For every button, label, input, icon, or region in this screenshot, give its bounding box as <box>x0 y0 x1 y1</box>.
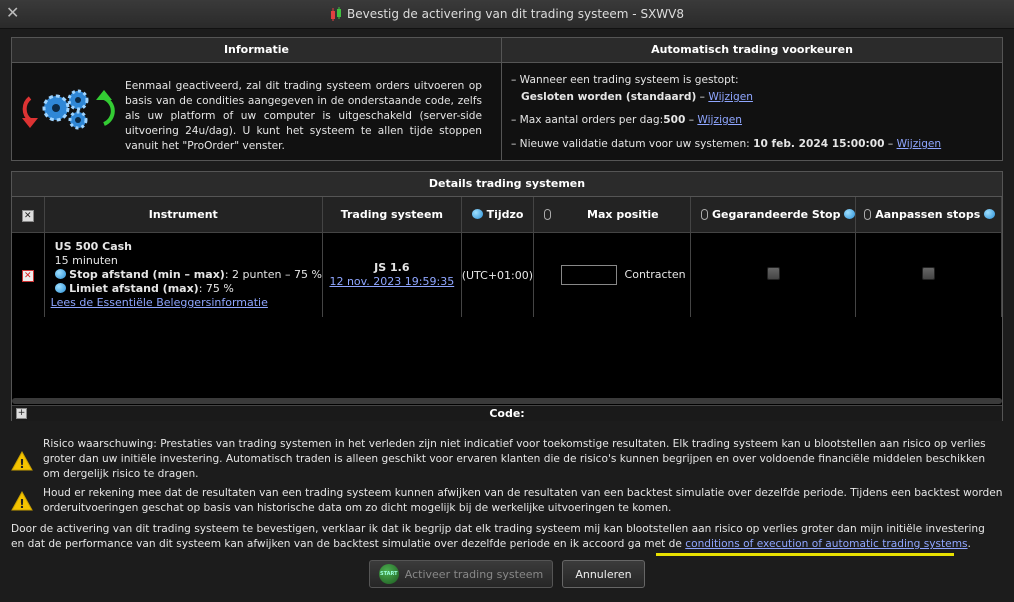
warning-icon: ! <box>11 491 33 511</box>
svg-text:!: ! <box>19 457 24 471</box>
gears-icon <box>22 89 115 130</box>
info-panel: Informatie Eenmaal geactiveerd, zal dit … <box>11 37 1003 161</box>
agreement-text: Door de activering van dit trading syste… <box>11 523 985 550</box>
col-max-position-cell[interactable]: Max positie <box>533 197 692 233</box>
details-panel: Details trading systemen ✕ Instrument Tr… <box>11 171 1003 421</box>
select-all-cell[interactable]: ✕ <box>12 197 45 233</box>
change-stopped-link[interactable]: Wijzigen <box>708 91 753 103</box>
adjust-stops-checkbox[interactable] <box>922 267 936 280</box>
guaranteed-stop-cell <box>690 232 857 317</box>
info-text: Eenmaal geactiveerd, zal dit trading sys… <box>125 80 482 152</box>
adjust-stops-cell <box>855 232 1002 317</box>
col-guaranteed-stop: Gegarandeerde Stop <box>712 208 841 221</box>
col-adjust-stops-cell[interactable]: Aanpassen stops <box>855 197 1002 233</box>
instrument-cell: US 500 Cash 15 minuten Stop afstand (min… <box>44 232 323 317</box>
details-header: Details trading systemen <box>12 172 1002 197</box>
pref-stopped-value: Gesloten worden (standaard) – Wijzigen <box>521 91 753 103</box>
systems-table: ✕ Instrument Trading systeem Tijdzo Max … <box>12 197 1002 317</box>
info-bubble-icon[interactable] <box>844 209 855 219</box>
prefs-header: Automatisch trading voorkeuren <box>502 38 1002 63</box>
change-max-orders-link[interactable]: Wijzigen <box>697 114 742 126</box>
clip-icon <box>864 209 872 220</box>
col-instrument[interactable]: Instrument <box>44 197 323 233</box>
pref-max-orders: – Max aantal orders per dag:500 – Wijzig… <box>511 114 742 126</box>
table-row: ✕ US 500 Cash 15 minuten Stop afstand (m… <box>12 232 1002 317</box>
row-remove-cell[interactable]: ✕ <box>12 232 45 317</box>
info-bubble-icon[interactable] <box>471 209 483 219</box>
info-bubble-icon[interactable] <box>54 283 66 293</box>
contracts-label: Contracten <box>624 268 686 281</box>
activate-button[interactable]: START Activeer trading systeem <box>369 560 553 588</box>
table-header-row: ✕ Instrument Trading systeem Tijdzo Max … <box>12 197 1002 233</box>
system-date-link[interactable]: 12 nov. 2023 19:59:35 <box>329 275 454 288</box>
col-adjust-stops: Aanpassen stops <box>875 208 981 221</box>
start-icon: START <box>378 564 399 584</box>
risk-warning: Risico waarschuwing: Prestaties van trad… <box>43 438 986 480</box>
svg-text:!: ! <box>19 497 24 511</box>
code-bar: + Code: <box>12 405 1002 421</box>
deselect-all-icon[interactable]: ✕ <box>21 209 34 222</box>
system-name: JS 1.6 <box>374 261 410 274</box>
limit-distance: Limiet afstand (max): 75 % <box>51 282 322 296</box>
col-max-position: Max positie <box>587 208 659 221</box>
stop-distance: Stop afstand (min – max): 2 punten – 75 … <box>51 268 321 282</box>
investor-info-link[interactable]: Lees de Essentiële Beleggersinformatie <box>51 296 268 309</box>
col-guaranteed-stop-cell[interactable]: Gegarandeerde Stop <box>690 197 857 233</box>
pref-validation: – Nieuwe validatie datum voor uw systeme… <box>511 138 942 150</box>
highlight-underline <box>656 553 954 556</box>
info-header: Informatie <box>12 38 501 63</box>
col-timezone: Tijdzo <box>486 208 524 221</box>
guaranteed-stop-checkbox[interactable] <box>766 267 780 280</box>
code-label: Code: <box>489 407 525 420</box>
warning-icon: ! <box>11 451 33 471</box>
instrument-interval: 15 minuten <box>54 254 118 267</box>
cancel-button[interactable]: Annuleren <box>562 560 645 588</box>
conditions-link[interactable]: conditions of execution of automatic tra… <box>685 538 967 550</box>
system-cell: JS 1.6 12 nov. 2023 19:59:35 <box>322 232 462 317</box>
remove-row-icon[interactable]: ✕ <box>21 270 34 282</box>
instrument-name: US 500 Cash <box>54 240 132 253</box>
window-title-wrap: Bevestig de activering van dit trading s… <box>0 0 1014 28</box>
info-bubble-icon[interactable] <box>984 209 996 219</box>
chart-candle-icon <box>330 7 341 21</box>
change-validation-link[interactable]: Wijzigen <box>897 138 942 150</box>
backtest-warning: Houd er rekening mee dat de resultaten v… <box>43 487 1003 514</box>
title-bar: ✕ Bevestig de activering van dit trading… <box>0 0 1014 29</box>
clip-icon <box>701 209 709 220</box>
max-position-cell: Contracten <box>533 232 692 317</box>
horizontal-scrollbar[interactable] <box>12 398 1002 404</box>
pref-stopped: – Wanneer een trading systeem is gestopt… <box>511 74 739 86</box>
max-position-input[interactable] <box>561 265 618 285</box>
timezone-cell: (UTC+01:00) <box>461 232 535 317</box>
window-title: Bevestig de activering van dit trading s… <box>346 7 684 21</box>
info-bubble-icon[interactable] <box>54 269 66 279</box>
clip-icon <box>544 209 552 220</box>
col-timezone-cell[interactable]: Tijdzo <box>461 197 535 233</box>
col-system[interactable]: Trading systeem <box>322 197 462 233</box>
